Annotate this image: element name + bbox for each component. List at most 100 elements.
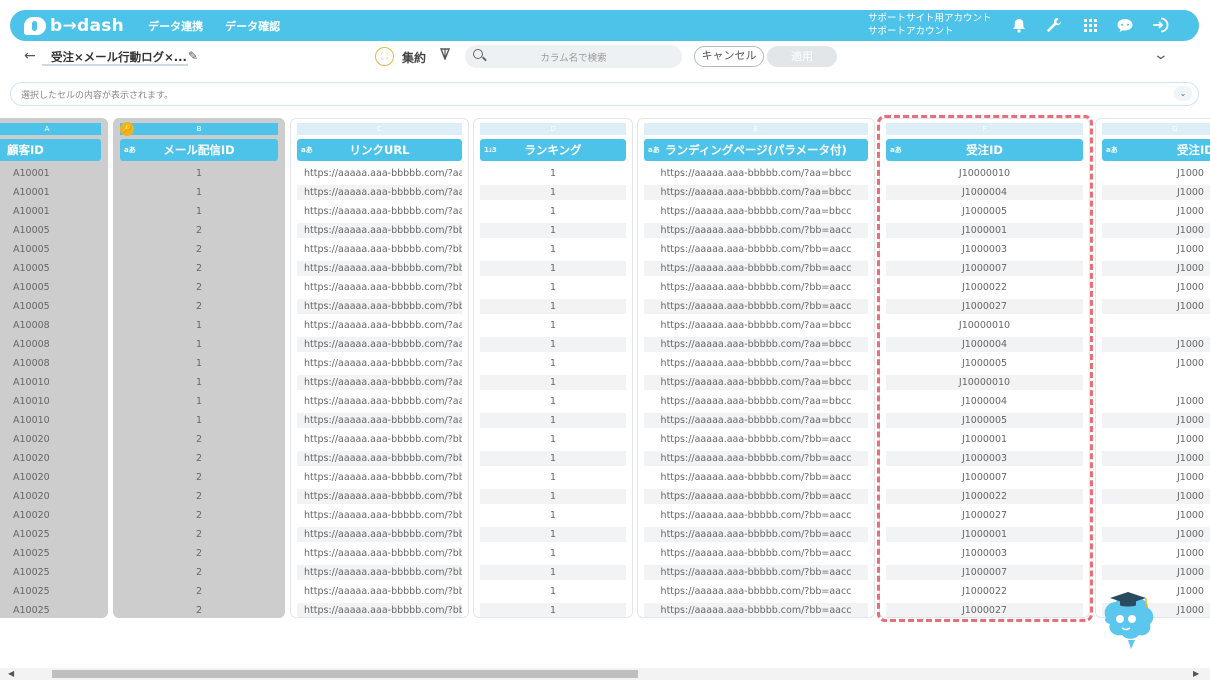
- table-cell[interactable]: A10008: [0, 356, 101, 371]
- table-cell[interactable]: A10005: [0, 299, 101, 314]
- table-cell[interactable]: https://aaaaa.aaa-bbbbb.com/?bb...: [297, 470, 462, 485]
- table-cell[interactable]: 1: [480, 451, 626, 466]
- table-cell[interactable]: A10005: [0, 280, 101, 295]
- table-cell[interactable]: 2: [120, 489, 278, 504]
- table-cell[interactable]: https://aaaaa.aaa-bbbbb.com/?bb=aacc: [644, 489, 868, 504]
- table-cell[interactable]: https://aaaaa.aaa-bbbbb.com/?bb=aacc: [644, 280, 868, 295]
- table-cell[interactable]: https://aaaaa.aaa-bbbbb.com/?bb=aacc: [644, 261, 868, 276]
- table-cell[interactable]: 2: [120, 299, 278, 314]
- app-logo[interactable]: b→dash: [24, 16, 124, 36]
- cancel-button[interactable]: キャンセル: [694, 46, 764, 67]
- table-cell[interactable]: https://aaaaa.aaa-bbbbb.com/?bb=aacc: [644, 584, 868, 599]
- table-cell[interactable]: https://aaaaa.aaa-bbbbb.com/?bb=aacc: [644, 451, 868, 466]
- table-cell[interactable]: A10020: [0, 508, 101, 523]
- wrench-icon[interactable]: [1045, 16, 1063, 34]
- table-cell[interactable]: J1000: [1102, 527, 1210, 542]
- table-cell[interactable]: A10010: [0, 375, 101, 390]
- chat-icon[interactable]: [1116, 16, 1134, 34]
- table-cell[interactable]: J1000: [1102, 489, 1210, 504]
- table-cell[interactable]: J1000005: [886, 413, 1083, 428]
- table-cell[interactable]: J1000027: [886, 603, 1083, 617]
- grid-icon[interactable]: [1081, 16, 1099, 34]
- table-cell[interactable]: https://aaaaa.aaa-bbbbb.com/?bb=aacc: [644, 527, 868, 542]
- table-cell[interactable]: J1000003: [886, 242, 1083, 257]
- table-cell[interactable]: https://aaaaa.aaa-bbbbb.com/?bb...: [297, 432, 462, 447]
- logout-icon[interactable]: [1152, 16, 1170, 34]
- table-cell[interactable]: J1000: [1102, 280, 1210, 295]
- table-cell[interactable]: https://aaaaa.aaa-bbbbb.com/?aa...: [297, 337, 462, 352]
- table-cell[interactable]: 2: [120, 451, 278, 466]
- table-cell[interactable]: A10020: [0, 432, 101, 447]
- nav-link-data-integration[interactable]: データ連携: [148, 18, 203, 34]
- table-cell[interactable]: J1000: [1102, 204, 1210, 219]
- table-cell[interactable]: J1000007: [886, 565, 1083, 580]
- expand-chevron-icon[interactable]: ⌄: [1174, 86, 1192, 101]
- table-cell[interactable]: 2: [120, 508, 278, 523]
- table-cell[interactable]: 2: [120, 546, 278, 561]
- table-cell[interactable]: J1000022: [886, 280, 1083, 295]
- table-cell[interactable]: 2: [120, 603, 278, 617]
- column-header[interactable]: aあ ランディングページ(パラメータ付): [644, 139, 868, 161]
- scroll-right-arrow[interactable]: ▶: [1193, 669, 1199, 678]
- table-cell[interactable]: J1000: [1102, 451, 1210, 466]
- column-letter[interactable]: G: [1102, 123, 1210, 135]
- mascot-icon[interactable]: [1098, 588, 1158, 650]
- table-cell[interactable]: J1000: [1102, 242, 1210, 257]
- table-cell[interactable]: [1102, 375, 1210, 390]
- table-cell[interactable]: 1: [120, 375, 278, 390]
- table-cell[interactable]: A10025: [0, 546, 101, 561]
- table-cell[interactable]: 2: [120, 527, 278, 542]
- table-cell[interactable]: A10005: [0, 261, 101, 276]
- bell-icon[interactable]: [1010, 16, 1028, 34]
- table-cell[interactable]: J1000: [1102, 223, 1210, 238]
- table-cell[interactable]: 1: [120, 185, 278, 200]
- table-cell[interactable]: https://aaaaa.aaa-bbbbb.com/?bb...: [297, 299, 462, 314]
- column-c[interactable]: Caあ リンクURL https://aaaaa.aaa-bbbbb.com/?aa…: [290, 118, 469, 618]
- table-cell[interactable]: A10005: [0, 242, 101, 257]
- table-cell[interactable]: https://aaaaa.aaa-bbbbb.com/?aa=bbcc: [644, 204, 868, 219]
- table-cell[interactable]: 2: [120, 242, 278, 257]
- table-cell[interactable]: 1: [120, 394, 278, 409]
- table-cell[interactable]: J10000010: [886, 166, 1083, 181]
- table-cell[interactable]: J1000: [1102, 565, 1210, 580]
- column-f[interactable]: Faあ 受注ID J10000010 J1000004 J1000005 J1000001…: [879, 118, 1090, 618]
- column-a[interactable]: A 顧客ID A10001 A10001 A10001 A10005 A10005 A1000…: [0, 118, 108, 618]
- table-cell[interactable]: J1000005: [886, 356, 1083, 371]
- table-cell[interactable]: https://aaaaa.aaa-bbbbb.com/?bb...: [297, 489, 462, 504]
- table-cell[interactable]: J1000001: [886, 223, 1083, 238]
- column-letter[interactable]: D: [480, 123, 626, 135]
- table-cell[interactable]: https://aaaaa.aaa-bbbbb.com/?bb...: [297, 261, 462, 276]
- table-cell[interactable]: J10000010: [886, 375, 1083, 390]
- column-header[interactable]: 1₂3 ランキング: [480, 139, 626, 161]
- table-cell[interactable]: 1: [480, 185, 626, 200]
- table-cell[interactable]: https://aaaaa.aaa-bbbbb.com/?aa=bbcc: [644, 337, 868, 352]
- table-cell[interactable]: https://aaaaa.aaa-bbbbb.com/?bb=aacc: [644, 432, 868, 447]
- table-cell[interactable]: J1000: [1102, 508, 1210, 523]
- table-cell[interactable]: https://aaaaa.aaa-bbbbb.com/?aa...: [297, 375, 462, 390]
- table-cell[interactable]: 1: [480, 318, 626, 333]
- table-cell[interactable]: 2: [120, 261, 278, 276]
- table-cell[interactable]: 1: [480, 394, 626, 409]
- column-letter[interactable]: E: [644, 123, 868, 135]
- table-cell[interactable]: J1000003: [886, 546, 1083, 561]
- column-letter[interactable]: F: [886, 123, 1083, 135]
- table-cell[interactable]: https://aaaaa.aaa-bbbbb.com/?aa...: [297, 185, 462, 200]
- table-cell[interactable]: J1000: [1102, 394, 1210, 409]
- table-cell[interactable]: 2: [120, 432, 278, 447]
- table-cell[interactable]: A10010: [0, 413, 101, 428]
- table-cell[interactable]: 1: [480, 223, 626, 238]
- table-cell[interactable]: 1: [480, 413, 626, 428]
- table-cell[interactable]: J1000: [1102, 166, 1210, 181]
- table-cell[interactable]: J1000: [1102, 185, 1210, 200]
- table-cell[interactable]: 1: [480, 584, 626, 599]
- table-cell[interactable]: 1: [480, 470, 626, 485]
- table-cell[interactable]: https://aaaaa.aaa-bbbbb.com/?aa...: [297, 356, 462, 371]
- scroll-left-arrow[interactable]: ◀: [8, 669, 14, 678]
- table-cell[interactable]: J1000007: [886, 261, 1083, 276]
- chevron-down-icon[interactable]: ⌄: [1153, 47, 1169, 63]
- table-cell[interactable]: 1: [120, 337, 278, 352]
- table-cell[interactable]: 2: [120, 223, 278, 238]
- sheet-title[interactable]: 受注×メール行動ログ×...: [51, 49, 187, 65]
- table-cell[interactable]: [1102, 318, 1210, 333]
- table-cell[interactable]: 2: [120, 280, 278, 295]
